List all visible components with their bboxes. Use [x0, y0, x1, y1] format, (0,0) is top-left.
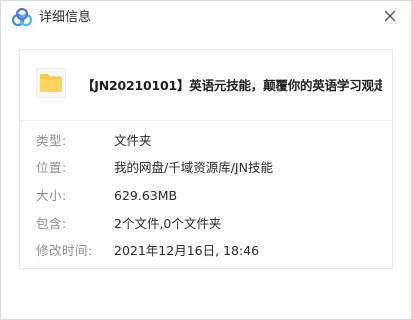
detail-row-location: 位置: 我的网盘/千域资源库/JN技能: [36, 159, 376, 177]
detail-row-modified: 修改时间: 2021年12月16日, 18:46: [36, 242, 376, 260]
detail-label: 修改时间:: [36, 243, 93, 258]
detail-row-type: 类型: 文件夹: [36, 132, 376, 150]
detail-row-size: 大小: 629.63MB: [36, 187, 376, 205]
detail-row-contains: 包含: 2个文件,0个文件夹: [36, 215, 376, 233]
divider: [20, 120, 392, 121]
close-button[interactable]: [381, 7, 399, 25]
file-name: 【JN20210101】英语元技能，颠覆你的英语学习观走...: [82, 78, 382, 93]
title-bar: 详细信息: [1, 1, 411, 35]
file-header: 【JN20210101】英语元技能，颠覆你的英语学习观走...: [20, 50, 392, 120]
detail-value: 我的网盘/千域资源库/JN技能: [114, 160, 273, 175]
detail-label: 类型:: [36, 133, 67, 148]
detail-label: 位置:: [36, 160, 67, 175]
close-icon: [384, 10, 396, 22]
detail-label: 大小:: [36, 188, 67, 203]
detail-label: 包含:: [36, 216, 67, 231]
details-panel: 【JN20210101】英语元技能，颠覆你的英语学习观走... 类型: 文件夹 …: [19, 49, 393, 269]
folder-thumbnail: [36, 68, 66, 98]
detail-value: 2021年12月16日, 18:46: [114, 243, 260, 258]
cloud-drive-logo-icon: [11, 7, 33, 28]
details-dialog: 详细信息 【JN20210101】英语元技能，颠覆你的英语学习观走... 类型:…: [0, 0, 412, 320]
detail-value: 2个文件,0个文件夹: [114, 216, 222, 231]
detail-value: 文件夹: [114, 133, 152, 148]
detail-value: 629.63MB: [114, 188, 178, 203]
folder-icon: [40, 74, 62, 92]
dialog-title: 详细信息: [39, 10, 92, 25]
